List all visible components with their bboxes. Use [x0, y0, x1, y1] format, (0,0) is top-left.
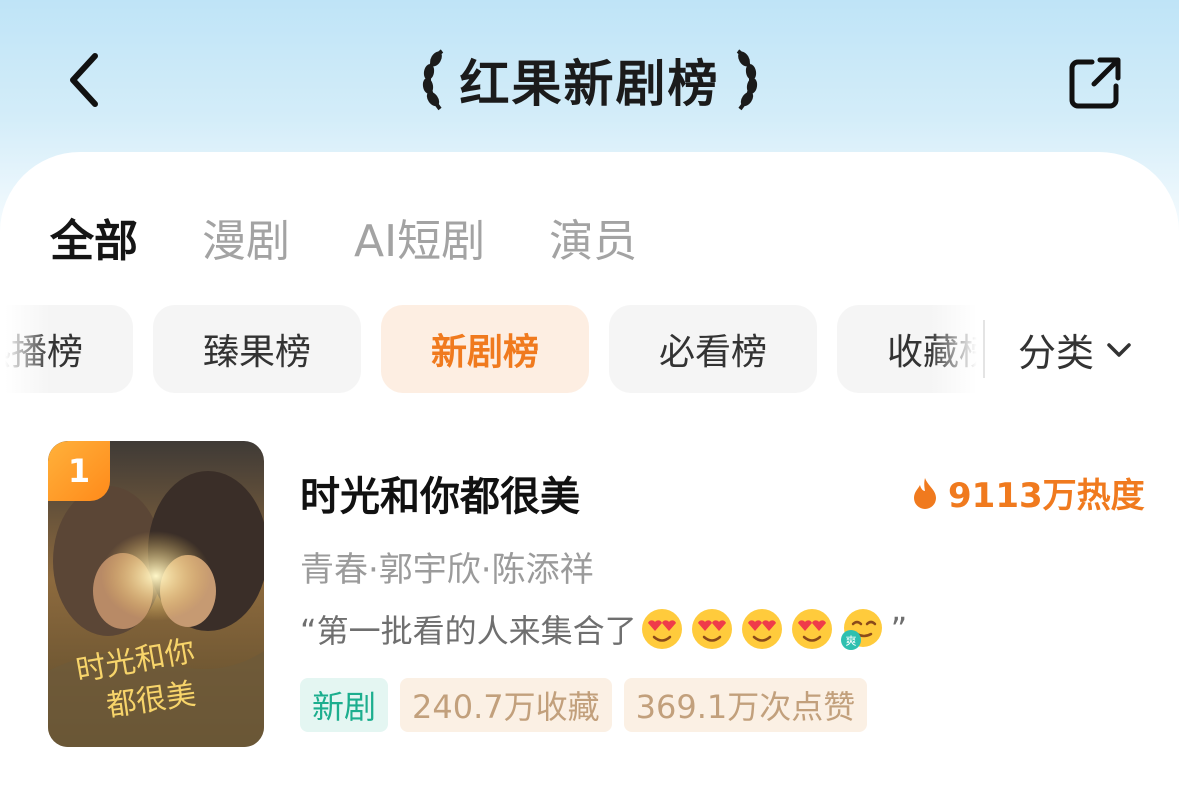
tab-actors[interactable]: 演员 [549, 205, 637, 269]
collect-count-tag: 240.7万收藏 [400, 678, 612, 732]
top-tabs: 全部 漫剧 AI短剧 演员 [50, 205, 701, 269]
laurel-right-icon [736, 49, 757, 111]
chip-zhenguo[interactable]: 臻果榜 [153, 305, 361, 393]
emoji-badge-text: 爽 [845, 635, 856, 648]
share-icon [1069, 57, 1121, 109]
drama-title[interactable]: 时光和你都很美 [300, 464, 580, 522]
rank-badge: 1 [48, 441, 110, 501]
chip-new[interactable]: 新剧榜 [381, 305, 589, 393]
tab-ai-short[interactable]: AI短剧 [354, 205, 485, 269]
likes-count-tag: 369.1万次点赞 [623, 678, 868, 732]
tab-all[interactable]: 全部 [50, 205, 138, 269]
fire-icon [914, 477, 936, 509]
drama-tags: 新剧 240.7万收藏 369.1万次点赞 [300, 678, 868, 732]
quote-text: “第一批看的人来集合了 [300, 612, 637, 650]
chip-must-watch[interactable]: 必看榜 [609, 305, 817, 393]
chips-fade-left [0, 300, 50, 400]
chevron-down-icon [1107, 342, 1131, 357]
page-title-wrap: 红果新剧榜 [0, 44, 1179, 116]
category-button[interactable]: 分类 [1018, 322, 1132, 377]
heat-score: 9113万热度 [912, 468, 1145, 517]
drama-quote: “第一批看的人来集合了 爽 ” [300, 606, 907, 652]
chips-fade-right [930, 300, 985, 400]
shuang-emoji: 爽 [840, 609, 882, 650]
page-title: 红果新剧榜 [459, 55, 720, 113]
drama-meta: 青春·郭宇欣·陈添祥 [300, 550, 594, 590]
chips-divider [983, 320, 985, 378]
heart-eyes-emoji [641, 609, 682, 649]
drama-poster[interactable]: 时光和你 都很美 1 [48, 441, 264, 747]
laurel-left-icon [422, 49, 443, 111]
heart-eyes-emoji [741, 609, 782, 649]
heart-eyes-emoji [791, 609, 832, 649]
new-drama-tag: 新剧 [300, 678, 389, 732]
tab-comic[interactable]: 漫剧 [202, 205, 290, 269]
share-button[interactable] [1060, 48, 1130, 118]
ranking-chips: 热播榜 臻果榜 新剧榜 必看榜 收藏榜 [0, 305, 985, 393]
header: 红果新剧榜 [0, 0, 1179, 170]
heat-value: 9113万热度 [948, 476, 1145, 516]
heart-eyes-emoji [691, 609, 732, 649]
quote-close: ” [890, 610, 908, 648]
category-label: 分类 [1018, 331, 1095, 375]
